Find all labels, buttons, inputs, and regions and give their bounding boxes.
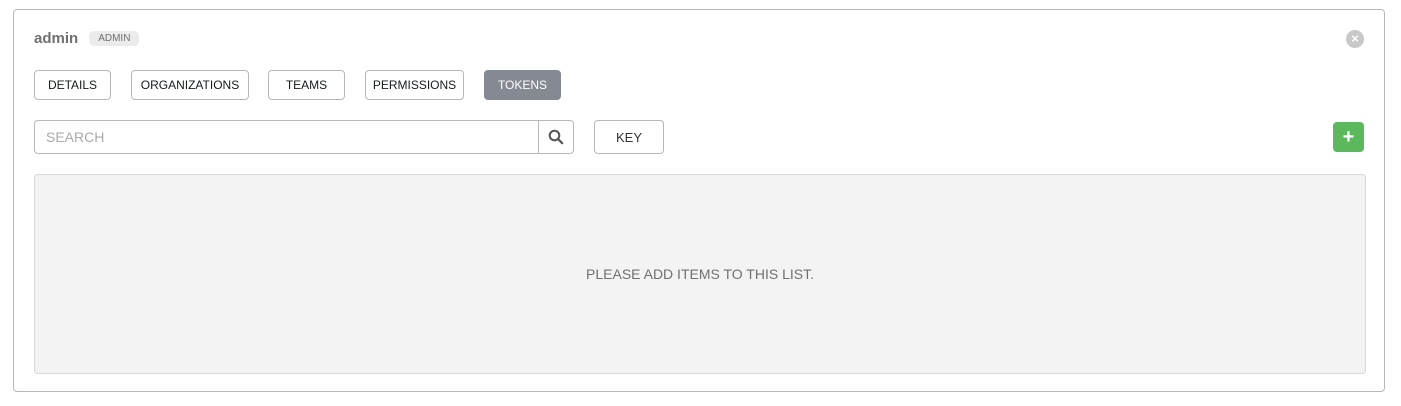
search-button[interactable]	[538, 120, 574, 154]
search-bar	[34, 120, 574, 154]
plus-icon: +	[1342, 125, 1355, 148]
search-input[interactable]	[34, 120, 538, 154]
role-badge: ADMIN	[89, 31, 140, 46]
tab-tokens[interactable]: TOKENS	[484, 70, 561, 100]
panel-header: admin ADMIN	[34, 30, 140, 47]
close-button[interactable]: ×	[1346, 30, 1364, 48]
empty-list-message: PLEASE ADD ITEMS TO THIS LIST.	[586, 266, 814, 282]
tab-permissions[interactable]: PERMISSIONS	[365, 70, 464, 100]
user-detail-panel: admin ADMIN × DETAILS ORGANIZATIONS TEAM…	[13, 9, 1385, 392]
empty-list-placeholder: PLEASE ADD ITEMS TO THIS LIST.	[34, 174, 1366, 374]
page-title: admin	[34, 30, 79, 47]
add-button[interactable]: +	[1333, 122, 1364, 152]
tab-teams[interactable]: TEAMS	[268, 70, 345, 100]
close-icon: ×	[1351, 31, 1359, 46]
search-icon	[548, 129, 564, 145]
key-button[interactable]: KEY	[594, 120, 664, 154]
tab-details[interactable]: DETAILS	[34, 70, 111, 100]
tab-organizations[interactable]: ORGANIZATIONS	[131, 70, 249, 100]
